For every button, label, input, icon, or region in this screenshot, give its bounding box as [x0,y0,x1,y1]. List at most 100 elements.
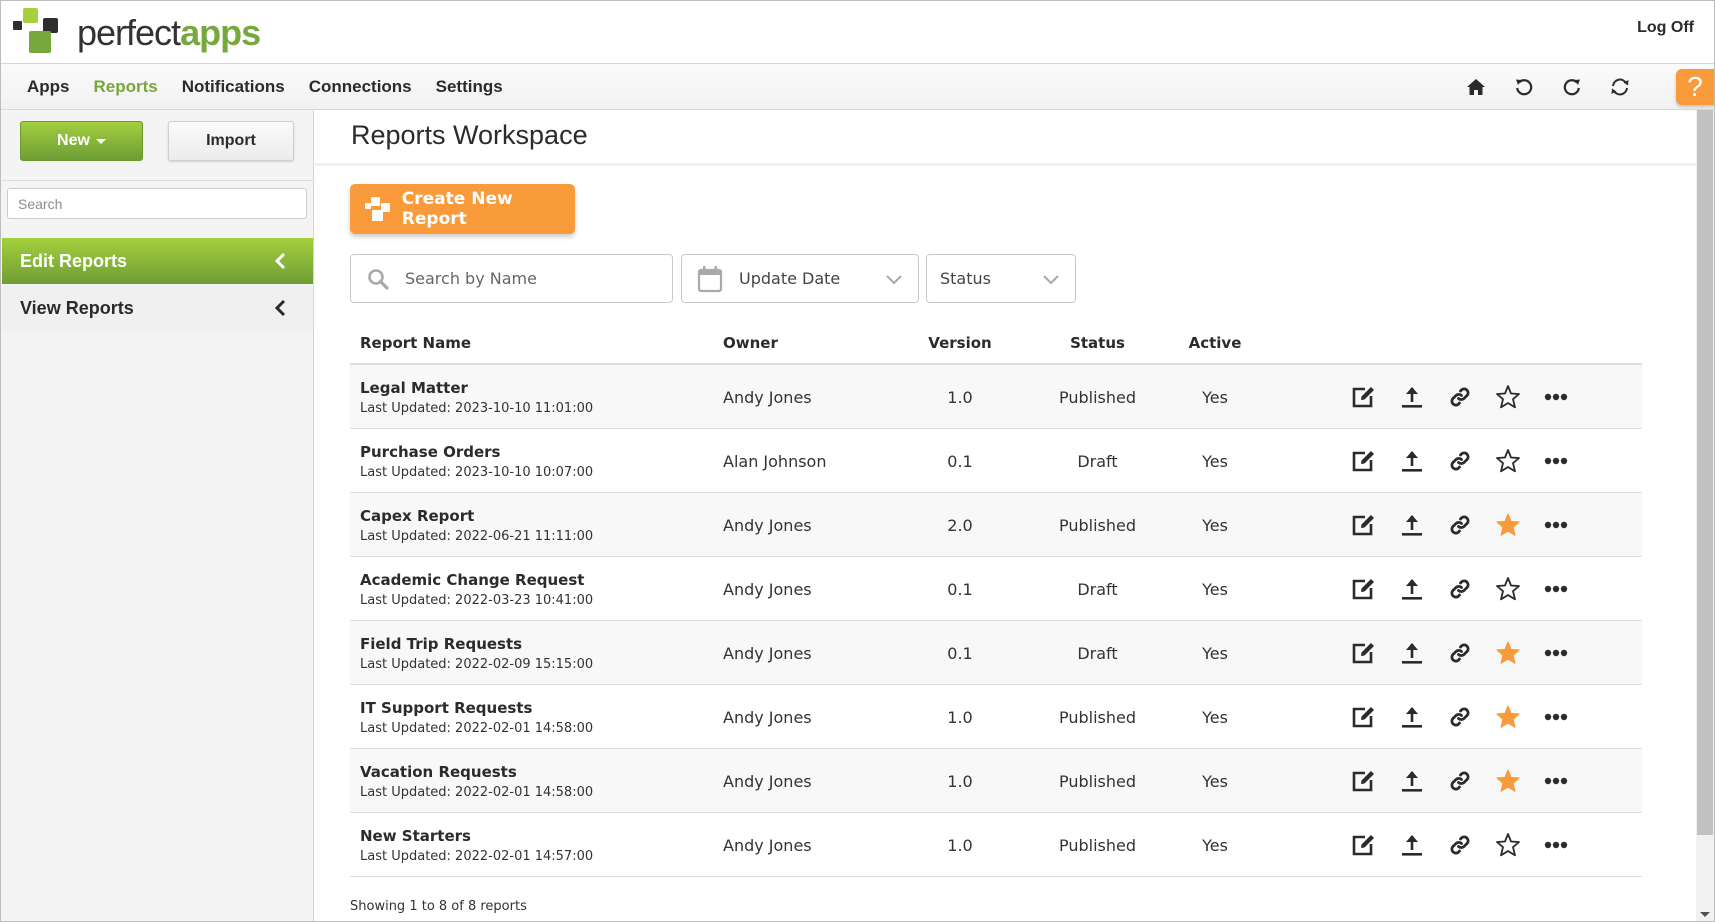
upload-icon[interactable] [1388,637,1436,669]
scroll-down-arrow-icon[interactable] [1700,912,1710,917]
edit-icon[interactable] [1340,381,1388,413]
star-icon[interactable] [1484,445,1532,477]
upload-icon[interactable] [1388,509,1436,541]
column-header-report-name[interactable]: Report Name [360,334,471,352]
report-name[interactable]: New Starters [360,827,471,845]
upload-icon[interactable] [1388,445,1436,477]
logo[interactable]: perfectapps [13,7,261,59]
column-header-active[interactable]: Active [1180,334,1250,352]
create-new-report-button[interactable]: Create New Report [350,184,575,234]
reports-table: Report Name Owner Version Status Active … [350,322,1642,877]
status-cell: Published [1058,387,1137,407]
star-icon[interactable] [1484,829,1532,861]
sidebar-search-input[interactable] [7,188,307,219]
star-filled-icon[interactable] [1484,765,1532,797]
table-row[interactable]: Capex Report Last Updated: 2022-06-21 11:… [350,493,1642,557]
more-icon[interactable] [1532,765,1580,797]
report-name[interactable]: Vacation Requests [360,763,517,781]
report-name[interactable]: Academic Change Request [360,571,584,589]
table-row[interactable]: IT Support Requests Last Updated: 2022-02… [350,685,1642,749]
edit-icon[interactable] [1340,637,1388,669]
more-icon[interactable] [1532,829,1580,861]
star-filled-icon[interactable] [1484,637,1532,669]
search-by-name-input[interactable] [405,269,645,288]
table-row[interactable]: Academic Change Request Last Updated: 202… [350,557,1642,621]
upload-icon[interactable] [1388,381,1436,413]
column-header-version[interactable]: Version [925,334,995,352]
upload-icon[interactable] [1388,701,1436,733]
edit-icon[interactable] [1340,829,1388,861]
redo-icon[interactable] [1558,73,1586,101]
star-filled-icon[interactable] [1484,509,1532,541]
owner-cell: Andy Jones [723,387,812,407]
report-name[interactable]: Field Trip Requests [360,635,522,653]
link-icon[interactable] [1436,765,1484,797]
more-icon[interactable] [1532,445,1580,477]
refresh-icon[interactable] [1606,73,1634,101]
nav-item-notifications[interactable]: Notifications [170,77,297,97]
edit-icon[interactable] [1340,573,1388,605]
more-icon[interactable] [1532,637,1580,669]
table-row[interactable]: Field Trip Requests Last Updated: 2022-02… [350,621,1642,685]
status-cell: Published [1058,835,1137,855]
edit-icon[interactable] [1340,445,1388,477]
report-name[interactable]: Capex Report [360,507,474,525]
more-icon[interactable] [1532,701,1580,733]
import-button[interactable]: Import [168,121,294,161]
link-icon[interactable] [1436,701,1484,733]
more-icon[interactable] [1532,381,1580,413]
search-icon [368,268,389,290]
last-updated: Last Updated: 2022-06-21 11:11:00 [360,528,594,544]
report-name[interactable]: Purchase Orders [360,443,500,461]
create-new-report-label: Create New Report [401,189,513,229]
undo-icon[interactable] [1510,73,1538,101]
help-button[interactable]: ? [1676,69,1714,105]
new-button[interactable]: New [20,121,143,161]
upload-icon[interactable] [1388,765,1436,797]
upload-icon[interactable] [1388,573,1436,605]
nav-item-settings[interactable]: Settings [424,77,515,97]
search-by-name-field[interactable] [350,254,673,303]
link-icon[interactable] [1436,509,1484,541]
more-icon[interactable] [1532,573,1580,605]
nav-item-connections[interactable]: Connections [297,77,424,97]
table-header: Report Name Owner Version Status Active [350,322,1642,365]
home-icon[interactable] [1462,73,1490,101]
column-header-status[interactable]: Status [1040,334,1155,352]
more-icon[interactable] [1532,509,1580,541]
chevron-left-icon [274,252,286,270]
nav-item-apps[interactable]: Apps [15,77,82,97]
sidebar-item-view-reports[interactable]: View Reports [2,285,313,331]
update-date-filter[interactable]: Update Date [681,254,919,303]
link-icon[interactable] [1436,829,1484,861]
row-actions [1340,493,1580,557]
link-icon[interactable] [1436,381,1484,413]
table-row[interactable]: Purchase Orders Last Updated: 2023-10-10 … [350,429,1642,493]
owner-cell: Alan Johnson [723,451,827,471]
link-icon[interactable] [1436,573,1484,605]
logoff-link[interactable]: Log Off [1637,19,1694,37]
status-filter[interactable]: Status [926,254,1076,303]
report-name[interactable]: Legal Matter [360,379,468,397]
table-row[interactable]: Legal Matter Last Updated: 2023-10-10 11:… [350,365,1642,429]
edit-icon[interactable] [1340,765,1388,797]
upload-icon[interactable] [1388,829,1436,861]
vertical-scrollbar[interactable] [1696,110,1714,921]
table-row[interactable]: Vacation Requests Last Updated: 2022-02-0… [350,749,1642,813]
edit-icon[interactable] [1340,509,1388,541]
column-header-owner[interactable]: Owner [723,334,778,352]
edit-icon[interactable] [1340,701,1388,733]
star-filled-icon[interactable] [1484,701,1532,733]
sidebar-item-edit-reports[interactable]: Edit Reports [2,238,313,284]
nav-tools [1462,64,1634,110]
version-cell: 1.0 [947,835,973,855]
report-name[interactable]: IT Support Requests [360,699,532,717]
star-icon[interactable] [1484,573,1532,605]
nav-item-reports[interactable]: Reports [82,77,170,97]
link-icon[interactable] [1436,637,1484,669]
report-name-cell: Academic Change Request Last Updated: 202… [360,557,593,621]
star-icon[interactable] [1484,381,1532,413]
scrollbar-thumb[interactable] [1697,110,1713,835]
table-row[interactable]: New Starters Last Updated: 2022-02-01 14:… [350,813,1642,877]
link-icon[interactable] [1436,445,1484,477]
